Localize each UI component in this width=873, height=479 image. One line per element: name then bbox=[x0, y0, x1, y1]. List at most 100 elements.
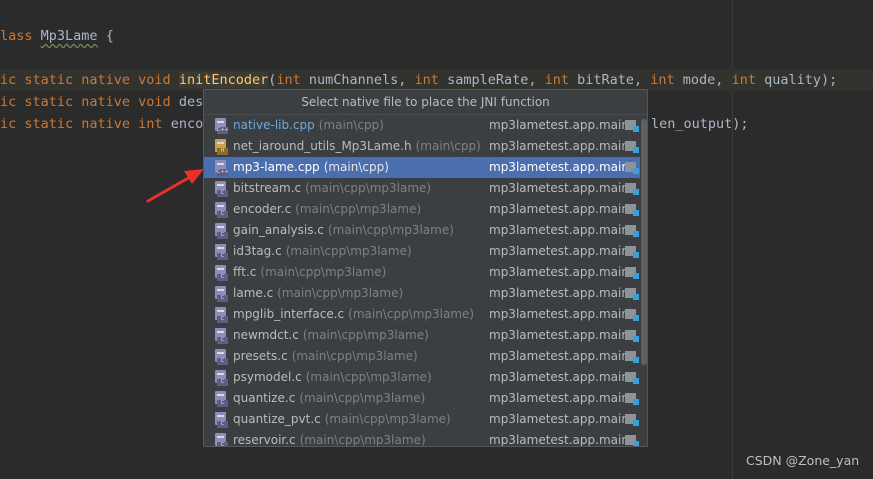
file-list-item[interactable]: Hnet_iaround_utils_Mp3Lame.h (main\cpp) mp… bbox=[204, 136, 640, 157]
file-name: id3tag.c bbox=[233, 244, 282, 258]
module-name: mp3lametest.app.main bbox=[489, 370, 629, 384]
code-line-destroy[interactable]: ic static native void dest bbox=[0, 91, 211, 113]
param-type: int bbox=[650, 72, 675, 88]
param-type: int bbox=[276, 72, 301, 88]
param-type: int bbox=[731, 72, 756, 88]
module-name: mp3lametest.app.main bbox=[489, 265, 629, 279]
arrow-head bbox=[184, 169, 204, 184]
module-name: mp3lametest.app.main bbox=[489, 202, 629, 216]
file-list-item[interactable]: Cfft.c (main\cpp\mp3lame) mp3lametest.app.… bbox=[204, 262, 640, 283]
file-path: (main\cpp\mp3lame) bbox=[299, 391, 426, 405]
file-name: newmdct.c bbox=[233, 328, 299, 342]
popup-title: Select native file to place the JNI func… bbox=[204, 90, 647, 115]
file-path: (main\cpp\mp3lame) bbox=[327, 223, 454, 237]
param-type: int bbox=[414, 72, 439, 88]
param-type: int bbox=[544, 72, 569, 88]
method-name: initEncoder bbox=[178, 72, 269, 88]
file-list-item[interactable]: Creservoir.c (main\cpp\mp3lame) mp3lametes… bbox=[204, 430, 640, 447]
file-list-item[interactable]: Cpsymodel.c (main\cpp\mp3lame) mp3lametest… bbox=[204, 367, 640, 388]
file-path: (main\cpp\mp3lame) bbox=[348, 307, 475, 321]
module-folder-icon bbox=[625, 307, 639, 321]
file-name: presets.c bbox=[233, 349, 288, 363]
module-name: mp3lametest.app.main bbox=[489, 244, 629, 258]
scrollbar-thumb[interactable] bbox=[641, 119, 647, 365]
file-name: net_iaround_utils_Mp3Lame.h bbox=[233, 139, 412, 153]
source-file-icon: C bbox=[215, 201, 228, 218]
file-path: (main\cpp\mp3lame) bbox=[260, 265, 387, 279]
module-name: mp3lametest.app.main bbox=[489, 139, 629, 153]
file-path: (main\cpp\mp3lame) bbox=[277, 286, 404, 300]
module-name: mp3lametest.app.main bbox=[489, 349, 629, 363]
header-file-icon: H bbox=[215, 138, 228, 155]
file-list-item[interactable]: Cmpglib_interface.c (main\cpp\mp3lame) mp3… bbox=[204, 304, 640, 325]
file-path: (main\cpp\mp3lame) bbox=[295, 202, 422, 216]
file-path: (main\cpp) bbox=[318, 118, 384, 132]
module-folder-icon bbox=[625, 223, 639, 237]
module-name: mp3lametest.app.main bbox=[489, 433, 629, 447]
file-list-item[interactable]: Cid3tag.c (main\cpp\mp3lame) mp3lametest.a… bbox=[204, 241, 640, 262]
source-file-icon: C bbox=[215, 285, 228, 302]
module-name: mp3lametest.app.main bbox=[489, 181, 629, 195]
module-name: mp3lametest.app.main bbox=[489, 223, 629, 237]
keyword: ic static native bbox=[0, 116, 139, 132]
source-file-icon: C bbox=[215, 432, 228, 446]
arrow-shaft bbox=[146, 175, 192, 203]
module-folder-icon bbox=[625, 433, 639, 446]
file-name: quantize.c bbox=[233, 391, 296, 405]
source-file-icon: C bbox=[215, 369, 228, 386]
module-name: mp3lametest.app.main bbox=[489, 160, 629, 174]
file-name: reservoir.c bbox=[233, 433, 296, 447]
code-line-class-decl[interactable]: lass Mp3Lame { bbox=[0, 25, 114, 47]
module-folder-icon bbox=[625, 412, 639, 426]
jni-file-chooser-popup[interactable]: Select native file to place the JNI func… bbox=[203, 89, 648, 447]
source-file-icon: C bbox=[215, 327, 228, 344]
red-arrow-annotation bbox=[146, 169, 204, 203]
module-name: mp3lametest.app.main bbox=[489, 412, 629, 426]
module-folder-icon bbox=[625, 139, 639, 153]
file-list-item[interactable]: Cnewmdct.c (main\cpp\mp3lame) mp3lametest.… bbox=[204, 325, 640, 346]
file-path: (main\cpp\mp3lame) bbox=[305, 181, 432, 195]
keyword: ic static native void bbox=[0, 72, 179, 88]
file-name: psymodel.c bbox=[233, 370, 302, 384]
param: mode, bbox=[674, 72, 732, 88]
source-file-icon: C bbox=[215, 180, 228, 197]
module-folder-icon bbox=[625, 391, 639, 405]
keyword: ic static native void bbox=[0, 94, 179, 110]
source-file-icon: C bbox=[215, 390, 228, 407]
module-name: mp3lametest.app.main bbox=[489, 286, 629, 300]
file-list-item[interactable]: Cbitstream.c (main\cpp\mp3lame) mp3lametes… bbox=[204, 178, 640, 199]
file-list-item[interactable]: C++ mp3-lame.cpp (main\cpp) mp3lametest.app… bbox=[204, 157, 640, 178]
module-folder-icon bbox=[625, 370, 639, 384]
param: numChannels, bbox=[300, 72, 415, 88]
file-list-item[interactable]: Cencoder.c (main\cpp\mp3lame) mp3lametest.… bbox=[204, 199, 640, 220]
file-path: (main\cpp\mp3lame) bbox=[299, 433, 426, 447]
file-list-item[interactable]: Cquantize_pvt.c (main\cpp\mp3lame) mp3lame… bbox=[204, 409, 640, 430]
file-list-item[interactable]: C++ native-lib.cpp (main\cpp) mp3lametest.a… bbox=[204, 115, 640, 136]
file-list-item[interactable]: Cpresets.c (main\cpp\mp3lame) mp3lametest.… bbox=[204, 346, 640, 367]
file-list-item[interactable]: Clame.c (main\cpp\mp3lame) mp3lametest.app… bbox=[204, 283, 640, 304]
code-line-init-encoder[interactable]: ic static native void initEncoder(int nu… bbox=[0, 69, 873, 91]
module-folder-icon bbox=[625, 118, 639, 132]
file-name: encoder.c bbox=[233, 202, 292, 216]
source-file-icon: C bbox=[215, 222, 228, 239]
line-tail: len_output); bbox=[651, 116, 749, 132]
file-list[interactable]: C++ native-lib.cpp (main\cpp) mp3lametest.a… bbox=[204, 115, 640, 447]
module-folder-icon bbox=[625, 244, 639, 258]
module-folder-icon bbox=[625, 160, 639, 174]
file-name: mpglib_interface.c bbox=[233, 307, 345, 321]
module-name: mp3lametest.app.main bbox=[489, 391, 629, 405]
source-file-icon: C bbox=[215, 411, 228, 428]
source-file-icon: C bbox=[215, 348, 228, 365]
file-list-item[interactable]: Cgain_analysis.c (main\cpp\mp3lame) mp3lam… bbox=[204, 220, 640, 241]
file-list-item[interactable]: Cquantize.c (main\cpp\mp3lame) mp3lametest… bbox=[204, 388, 640, 409]
brace: { bbox=[97, 28, 114, 44]
file-name: gain_analysis.c bbox=[233, 223, 324, 237]
source-file-icon: C++ bbox=[215, 159, 229, 176]
module-folder-icon bbox=[625, 328, 639, 342]
watermark: CSDN @Zone_yan bbox=[746, 453, 860, 468]
module-name: mp3lametest.app.main bbox=[489, 307, 629, 321]
file-name: lame.c bbox=[233, 286, 274, 300]
scrollbar[interactable] bbox=[640, 115, 647, 446]
module-folder-icon bbox=[625, 349, 639, 363]
file-name: fft.c bbox=[233, 265, 257, 279]
